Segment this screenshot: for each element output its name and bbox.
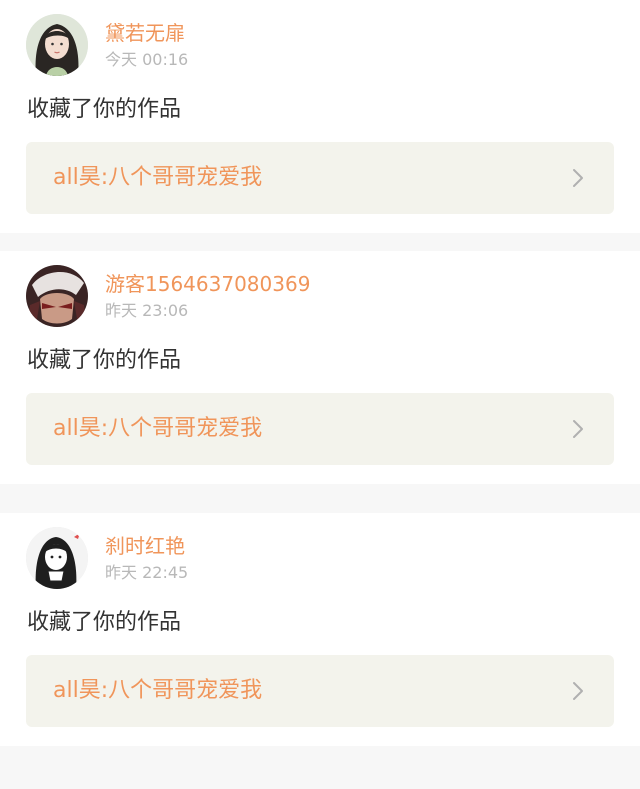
work-title: all昊:八个哥哥宠爱我 <box>53 416 263 441</box>
avatar-girl-portrait-icon <box>26 14 88 76</box>
username[interactable]: 刹时红艳 <box>105 533 185 559</box>
chevron-right-icon <box>568 419 588 439</box>
avatar-anime-character-icon <box>26 265 88 327</box>
timestamp: 昨天 23:06 <box>105 301 189 320</box>
work-link[interactable]: all昊:八个哥哥宠爱我 <box>26 142 614 214</box>
avatar[interactable] <box>26 527 88 589</box>
work-title: all昊:八个哥哥宠爱我 <box>53 165 263 190</box>
action-text: 收藏了你的作品 <box>27 97 182 122</box>
action-text: 收藏了你的作品 <box>27 610 182 635</box>
notification-card: 刹时红艳 昨天 22:45 收藏了你的作品 all昊:八个哥哥宠爱我 <box>0 513 640 746</box>
chevron-right-icon <box>568 681 588 701</box>
notification-card: 游客1564637080369 昨天 23:06 收藏了你的作品 all昊:八个… <box>0 251 640 484</box>
work-link[interactable]: all昊:八个哥哥宠爱我 <box>26 393 614 465</box>
work-title: all昊:八个哥哥宠爱我 <box>53 678 263 703</box>
notification-card: 黛若无扉 今天 00:16 收藏了你的作品 all昊:八个哥哥宠爱我 <box>0 0 640 233</box>
username[interactable]: 黛若无扉 <box>105 20 185 46</box>
avatar[interactable] <box>26 14 88 76</box>
timestamp: 昨天 22:45 <box>105 563 189 582</box>
username[interactable]: 游客1564637080369 <box>105 271 310 297</box>
work-link[interactable]: all昊:八个哥哥宠爱我 <box>26 655 614 727</box>
chevron-right-icon <box>568 168 588 188</box>
avatar-sketch-girl-icon <box>26 527 88 589</box>
avatar[interactable] <box>26 265 88 327</box>
timestamp: 今天 00:16 <box>105 50 189 69</box>
notification-feed: 黛若无扉 今天 00:16 收藏了你的作品 all昊:八个哥哥宠爱我 游客156… <box>0 0 640 789</box>
action-text: 收藏了你的作品 <box>27 348 182 373</box>
